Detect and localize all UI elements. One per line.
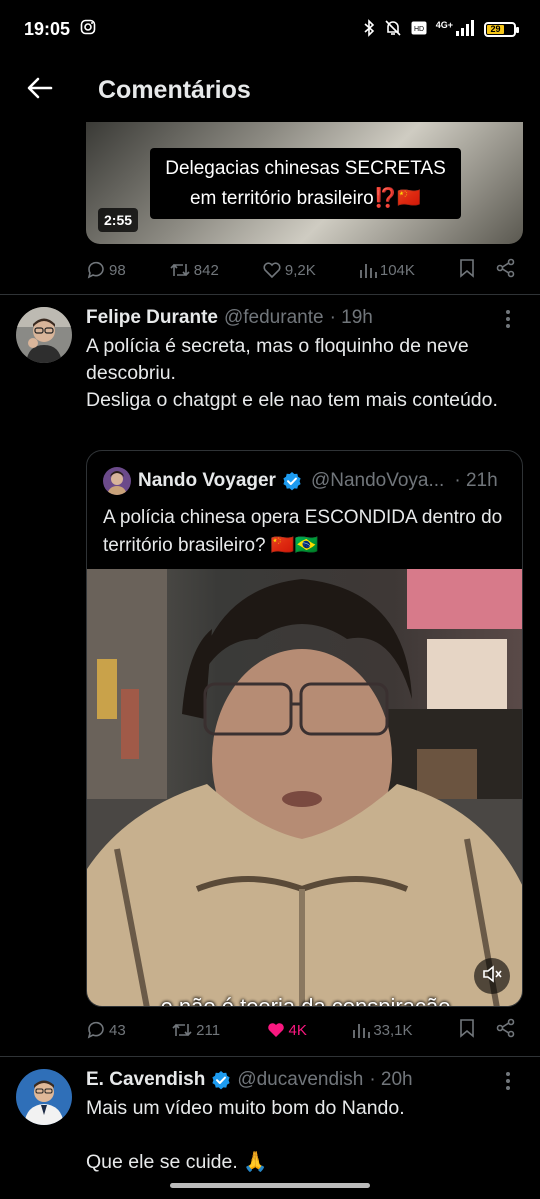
repost-count: 211	[196, 1021, 221, 1039]
mute-button[interactable]	[474, 958, 510, 994]
author-name[interactable]: E. Cavendish	[86, 1069, 205, 1091]
volte-icon: HD	[411, 21, 427, 38]
video-caption: Delegacias chinesas SECRETAS em territór…	[150, 148, 461, 219]
quote-time: · 21h	[454, 470, 498, 491]
like-button[interactable]: 9,2K	[262, 260, 316, 280]
post-time: · 19h	[329, 307, 373, 328]
top-post-actions: 98 842 9,2K 104K	[86, 256, 516, 284]
share-icon[interactable]	[496, 1018, 516, 1042]
quote-header: Nando Voyager @NandoVoya... · 21h	[103, 467, 498, 495]
page-title: Comentários	[98, 75, 251, 104]
reply-icon	[86, 260, 106, 280]
like-count: 4K	[288, 1021, 307, 1039]
header: Comentários	[0, 58, 540, 122]
quote-author-name: Nando Voyager	[138, 470, 276, 491]
views-button[interactable]: 33,1K	[352, 1021, 413, 1039]
back-button[interactable]	[0, 62, 80, 118]
views-count: 33,1K	[373, 1021, 413, 1039]
reply-button[interactable]: 43	[86, 1020, 126, 1040]
reply-text: A polícia é secreta, mas o floquinho de …	[86, 335, 498, 411]
status-time: 19:05	[24, 18, 71, 39]
mute-bell-icon	[384, 19, 402, 40]
repost-button[interactable]: 211	[171, 1020, 220, 1040]
instagram-icon	[80, 19, 96, 40]
more-options-button[interactable]	[498, 1069, 518, 1093]
repost-icon	[171, 1020, 193, 1040]
bluetooth-icon	[363, 18, 375, 40]
divider	[0, 1056, 540, 1057]
video-subtitle: e não é teoria da conspiração	[160, 994, 451, 1007]
reply-button[interactable]: 98	[86, 260, 126, 280]
heart-icon	[262, 260, 282, 280]
quote-video[interactable]: e não é teoria da conspiração	[87, 569, 522, 1007]
views-icon	[359, 261, 377, 279]
divider	[0, 294, 540, 295]
views-icon	[352, 1021, 371, 1039]
quote-text: A polícia chinesa opera ESCONDIDA dentro…	[103, 507, 503, 556]
views-button[interactable]: 104K	[359, 261, 415, 279]
share-icon[interactable]	[496, 258, 516, 282]
battery-level: 29	[487, 24, 504, 34]
verified-badge-icon	[282, 471, 302, 491]
views-count: 104K	[379, 261, 415, 279]
repost-icon	[169, 260, 191, 280]
video-duration: 2:55	[98, 208, 139, 232]
avatar[interactable]	[16, 1069, 72, 1125]
arrow-left-icon	[27, 77, 53, 104]
status-bar: 19:05 HD 4G+ 29	[0, 0, 540, 58]
home-indicator[interactable]	[170, 1183, 370, 1188]
battery-icon: 29	[484, 21, 519, 37]
bookmark-icon[interactable]	[458, 258, 476, 282]
like-count: 9,2K	[284, 261, 316, 279]
svg-text:HD: HD	[414, 26, 424, 33]
avatar[interactable]	[16, 307, 72, 363]
reply-count: 98	[109, 261, 126, 279]
video-caption-line: Delegacias chinesas SECRETAS	[165, 158, 446, 179]
quote-avatar	[103, 467, 131, 495]
video-caption-line: em território brasileiro⁉️🇨🇳	[189, 188, 422, 209]
reply-header: Felipe Durante @fedurante · 19h	[86, 306, 373, 330]
quoted-post[interactable]: Nando Voyager @NandoVoya... · 21h A polí…	[86, 450, 523, 1007]
verified-badge-icon	[211, 1070, 231, 1090]
post-time: · 20h	[369, 1069, 413, 1090]
reply-count: 43	[109, 1021, 126, 1039]
heart-filled-icon	[266, 1020, 286, 1040]
reply-icon	[86, 1020, 106, 1040]
author-handle[interactable]: @fedurante	[224, 307, 324, 329]
repost-button[interactable]: 842	[169, 260, 219, 280]
repost-count: 842	[193, 261, 219, 279]
network-type: 4G+	[435, 19, 453, 30]
bookmark-icon[interactable]	[458, 1018, 476, 1042]
volume-muted-icon	[482, 964, 502, 988]
reply-header: E. Cavendish @ducavendish · 20h	[86, 1068, 413, 1092]
reply-actions: 43 211 4K 33,1K	[86, 1016, 516, 1044]
reply-text: Mais um vídeo muito bom do Nando. Que el…	[86, 1097, 405, 1173]
video-thumbnail[interactable]: Delegacias chinesas SECRETAS em territór…	[86, 122, 523, 244]
signal-icon	[455, 19, 475, 39]
like-button[interactable]: 4K	[266, 1020, 307, 1040]
author-name[interactable]: Felipe Durante	[86, 307, 218, 329]
author-handle[interactable]: @ducavendish	[237, 1069, 363, 1091]
more-options-button[interactable]	[498, 307, 518, 331]
quote-author-handle: @NandoVoya...	[310, 470, 445, 491]
